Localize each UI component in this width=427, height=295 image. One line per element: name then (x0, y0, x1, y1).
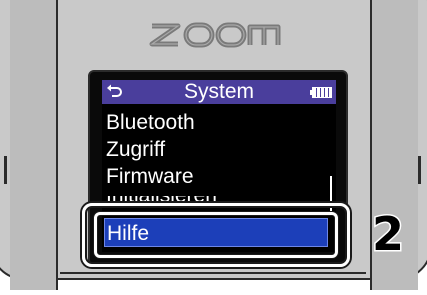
manual-illustration: System Bluetooth Zugriff Firmware Initia… (0, 0, 427, 295)
battery-full-icon (310, 87, 332, 98)
device-side-left (10, 0, 58, 290)
step-number-badge: 2 (370, 207, 405, 261)
device-edge-right (418, 156, 421, 184)
menu-item-zugriff[interactable]: Zugriff (104, 135, 324, 164)
device-ledge (60, 272, 366, 274)
device-edge-left (4, 156, 7, 184)
menu-item-firmware[interactable]: Firmware (104, 162, 324, 191)
screen-title: System (183, 80, 254, 103)
title-bar: System (102, 80, 336, 104)
zoom-logo (149, 22, 281, 48)
menu-item-bluetooth[interactable]: Bluetooth (104, 108, 324, 137)
callout-highlight-inner (94, 212, 338, 258)
back-arrow-icon[interactable] (106, 83, 122, 101)
